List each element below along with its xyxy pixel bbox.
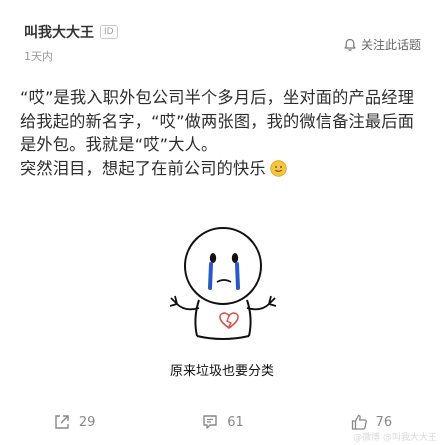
- post-image[interactable]: 原来垃圾也要分类: [137, 208, 307, 388]
- comment-button[interactable]: 61: [148, 404, 296, 440]
- post-content: “哎”是我入职外包公司半个多月后，坐对面的产品经理给我起的新名字，“哎”做两张图…: [20, 86, 430, 180]
- post-paragraph-2: 突然泪目，想起了在前公司的快乐: [20, 157, 430, 181]
- share-icon: [53, 413, 71, 431]
- share-button[interactable]: 29: [0, 404, 148, 440]
- follow-topic-button[interactable]: 关注此话题: [343, 36, 421, 53]
- post-header: 叫我大大王 ID 1天内 关注此话题: [24, 22, 429, 66]
- smile-emoji-icon: [270, 159, 287, 177]
- thumbs-up-icon: [350, 413, 368, 431]
- post-paragraph: “哎”是我入职外包公司半个多月后，坐对面的产品经理给我起的新名字，“哎”做两张图…: [20, 88, 415, 154]
- post-card: 叫我大大王 ID 1天内 关注此话题 “哎”是我入职外包公司半个多月后，坐对面的…: [0, 0, 445, 445]
- watermark: @微博 @叫我大大王: [353, 433, 437, 443]
- follow-topic-label: 关注此话题: [360, 38, 421, 52]
- author-name[interactable]: 叫我大大王: [24, 22, 94, 42]
- id-badge: ID: [100, 25, 118, 39]
- bell-icon: [343, 38, 357, 52]
- comment-count: 61: [227, 414, 244, 430]
- share-count: 29: [78, 414, 96, 430]
- image-caption: 原来垃圾也要分类: [169, 364, 274, 379]
- like-count: 76: [375, 414, 393, 430]
- comment-icon: [201, 413, 219, 431]
- crying-figure-illustration: [169, 227, 277, 340]
- post-paragraph-text: 突然泪目，想起了在前公司的快乐: [20, 158, 266, 178]
